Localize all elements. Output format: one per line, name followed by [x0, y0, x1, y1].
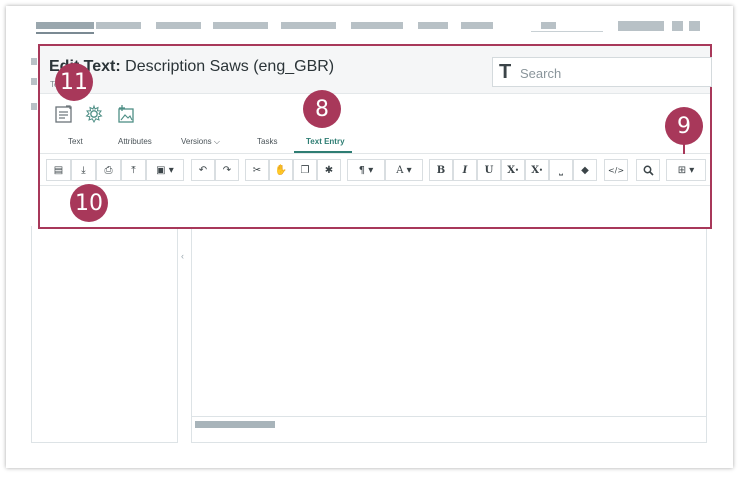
undo-icon[interactable]: ↶ [191, 159, 215, 181]
nav-user-area[interactable] [618, 21, 664, 31]
collapse-arrow-icon[interactable]: ‹ [181, 251, 184, 261]
main-panel [191, 226, 707, 443]
subscript-label: X [531, 164, 539, 176]
nav-item-3[interactable] [156, 22, 201, 29]
underline-icon[interactable]: U [477, 159, 501, 181]
nav-item-8[interactable] [461, 22, 493, 29]
dialog-header: Edit Text: Description Saws (eng_GBR) Te… [40, 46, 712, 94]
horizontal-scrollbar[interactable] [195, 421, 275, 428]
nav-active-indicator [36, 32, 94, 34]
nav-item-6[interactable] [351, 22, 403, 29]
import-icon[interactable]: ⤒ [121, 159, 146, 181]
code-icon[interactable]: </> [604, 159, 628, 181]
superscript-icon[interactable]: X • [501, 159, 525, 181]
panel-icon[interactable]: ▤ [46, 159, 71, 181]
subscript-mark: • [538, 166, 543, 174]
nav-icon-b[interactable] [689, 21, 700, 31]
callout-10: 10 [70, 184, 108, 222]
nav-icon-a[interactable] [672, 21, 683, 31]
search-placeholder: Search [520, 66, 562, 81]
image-dropdown-icon[interactable]: ▣ ▾ [146, 159, 184, 181]
document-form-icon[interactable] [54, 104, 76, 126]
top-nav-bar [6, 6, 733, 40]
superscript-label: X [507, 164, 515, 176]
callout-11: 11 [55, 63, 93, 101]
edit-text-dialog: Edit Text: Description Saws (eng_GBR) Te… [38, 44, 712, 229]
print-icon[interactable]: ⎙ [96, 159, 121, 181]
text-type-icon: T [499, 61, 512, 83]
nav-item-2[interactable] [96, 22, 141, 29]
left-panel [31, 226, 178, 443]
tab-text-entry[interactable]: Text Entry [306, 137, 345, 146]
eraser-icon[interactable]: ◆ [573, 159, 597, 181]
dialog-title: Edit Text: Description Saws (eng_GBR) [49, 58, 334, 76]
callout-8: 8 [303, 90, 341, 128]
dialog-title-name: Description Saws (eng_GBR) [120, 58, 335, 75]
nav-item-5[interactable] [281, 22, 336, 29]
font-dropdown-icon[interactable]: A ▾ [385, 159, 423, 181]
subscript-icon[interactable]: X • [525, 159, 549, 181]
italic-icon[interactable]: I [453, 159, 477, 181]
cut-icon[interactable]: ✂ [245, 159, 269, 181]
search-input[interactable]: T Search [492, 57, 712, 87]
nav-item-7[interactable] [418, 22, 448, 29]
nav-item-1[interactable] [36, 22, 94, 29]
side-marker-2 [31, 78, 37, 85]
nav-item-4[interactable] [213, 22, 268, 29]
special-char-icon[interactable]: ✱ [317, 159, 341, 181]
tab-active-indicator [294, 151, 352, 153]
search-icon[interactable] [636, 159, 660, 181]
download-icon[interactable]: ⤓ [71, 159, 96, 181]
add-image-icon[interactable] [116, 104, 138, 126]
tab-attributes[interactable]: Attributes [118, 137, 152, 146]
panel-divider [192, 416, 706, 417]
bold-icon[interactable]: B [429, 159, 453, 181]
superscript-mark: • [514, 166, 519, 174]
nav-separator [531, 31, 603, 32]
space-icon[interactable]: ⎵ [549, 159, 573, 181]
side-marker-3 [31, 103, 37, 110]
copy-icon[interactable]: ❐ [293, 159, 317, 181]
dialog-tabs: Text Attributes Versions ⌵ Tasks Text En… [40, 132, 710, 154]
nav-item-9[interactable] [541, 22, 556, 29]
paste-hand-icon[interactable]: ✋ [269, 159, 293, 181]
gear-icon[interactable] [84, 104, 106, 126]
tab-text[interactable]: Text [68, 137, 83, 146]
redo-icon[interactable]: ↷ [215, 159, 239, 181]
callout-9: 9 [665, 107, 703, 145]
paragraph-dropdown-icon[interactable]: ¶ ▾ [347, 159, 385, 181]
callout-9-pointer [683, 144, 685, 154]
side-marker-1 [31, 58, 37, 65]
app-window: ‹ Edit Text: Description Saws (eng_GBR) … [6, 6, 733, 468]
tab-tasks[interactable]: Tasks [257, 137, 277, 146]
tab-versions[interactable]: Versions ⌵ [181, 137, 220, 147]
editor-top-border [40, 185, 710, 186]
insert-dropdown-icon[interactable]: ⊞ ▾ [666, 159, 706, 181]
